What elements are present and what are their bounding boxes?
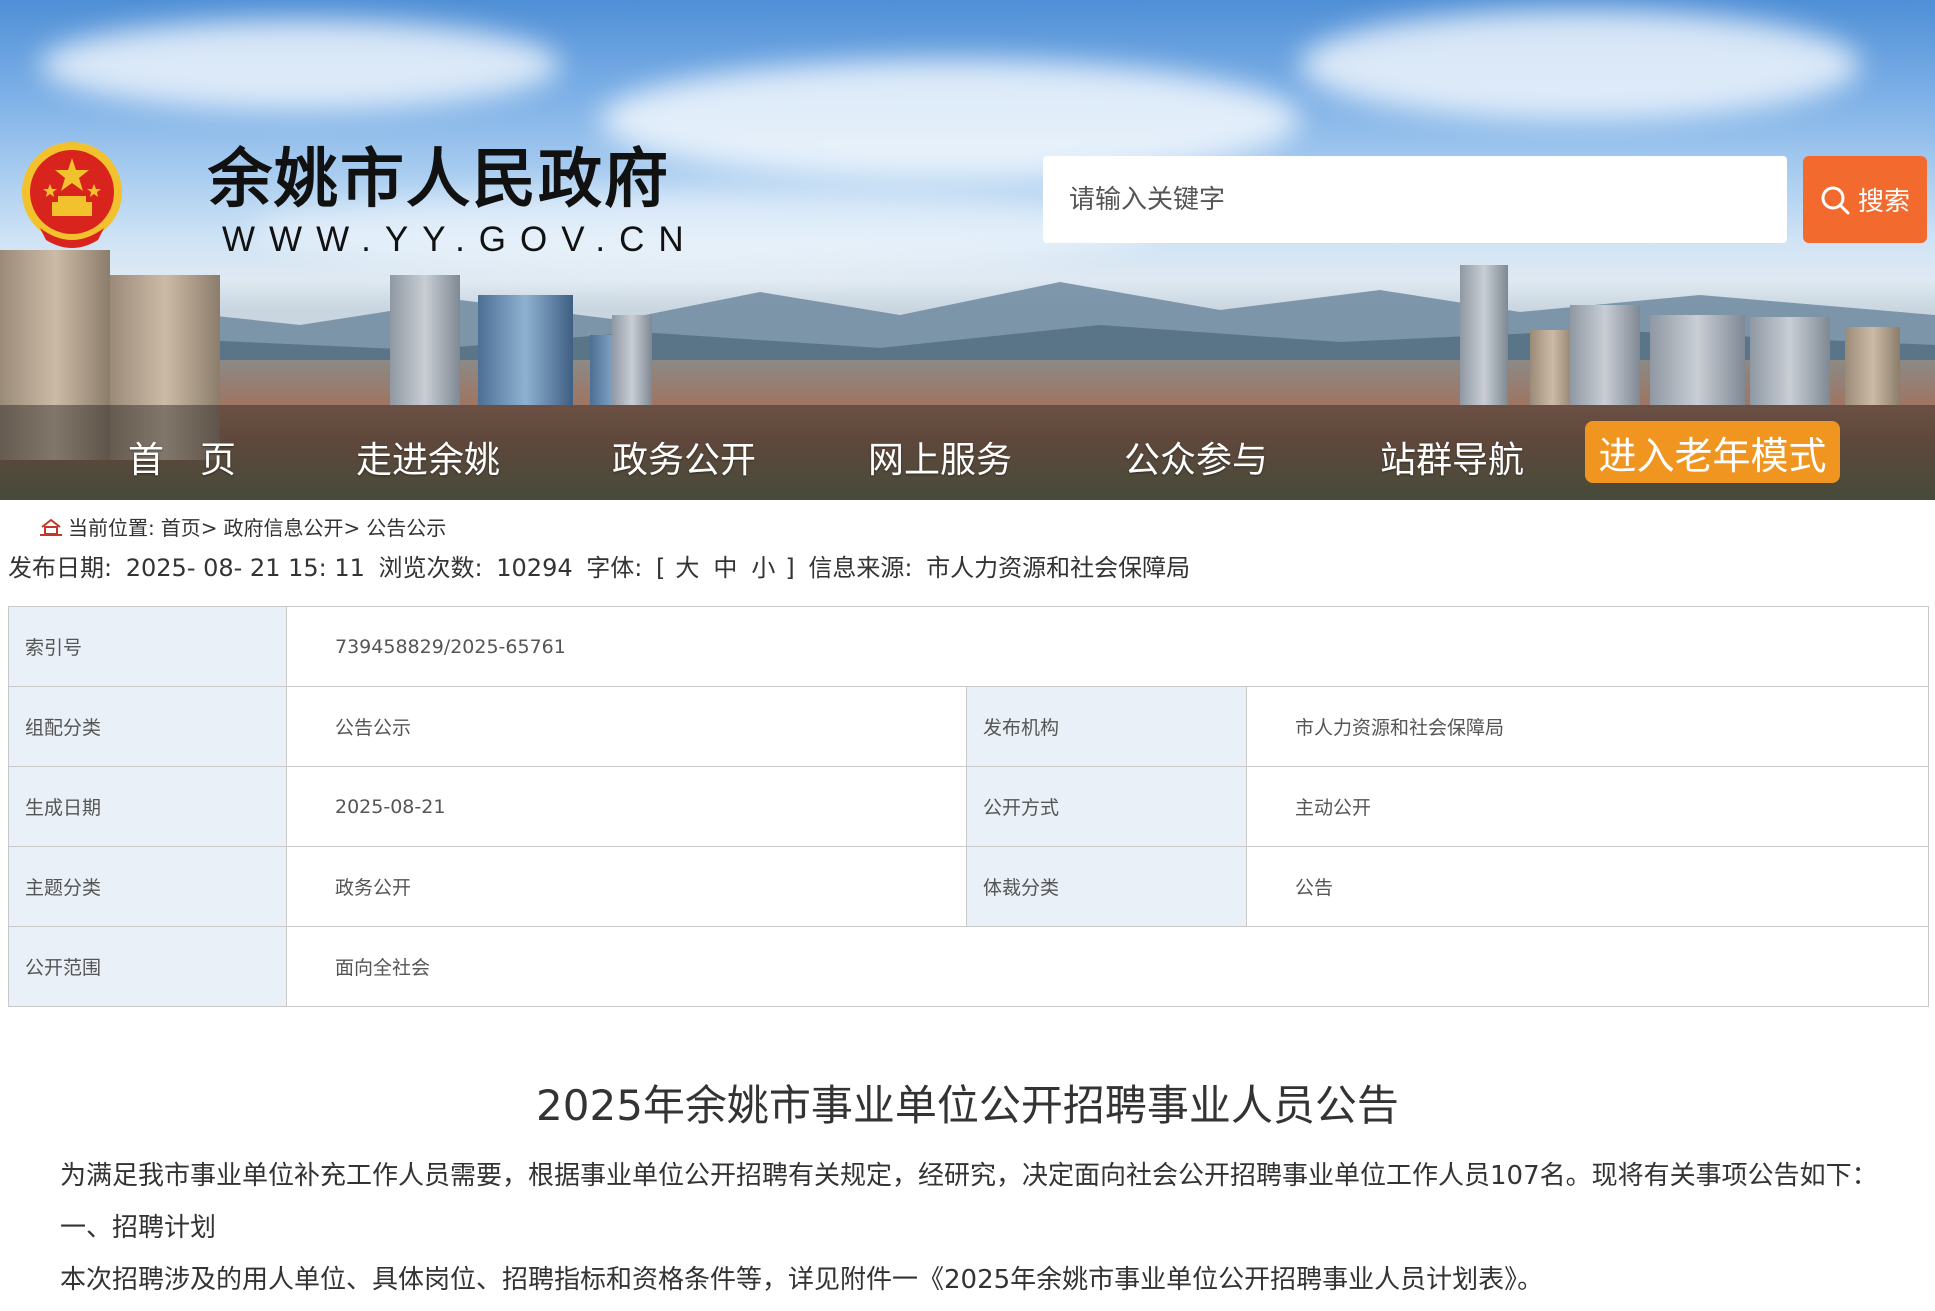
- font-size-large-button[interactable]: 大: [671, 554, 703, 582]
- nav-item-site-navigation[interactable]: 站群导航: [1380, 431, 1524, 483]
- nav-item-online-services[interactable]: 网上服务: [868, 431, 1012, 483]
- nav-item-about-yuyao[interactable]: 走进余姚: [356, 431, 500, 483]
- building: [1530, 330, 1575, 405]
- site-url: WWW.YY.GOV.CN: [222, 220, 698, 259]
- breadcrumb: 当前位置: 首页> 政府信息公开> 公告公示: [40, 512, 446, 541]
- font-size-bracket-close: ]: [785, 554, 795, 582]
- article-section-heading: 一、招聘计划: [60, 1213, 217, 1243]
- breadcrumb-link-gov-info[interactable]: 政府信息公开>: [224, 512, 361, 541]
- table-row: 主题分类 政务公开 体裁分类 公告: [8, 846, 1930, 927]
- publish-date: 2025- 08- 21 15: 11: [125, 554, 365, 582]
- nav-item-home[interactable]: 首 页: [128, 431, 236, 483]
- font-size-label: 字体:: [586, 554, 643, 582]
- index-value: 739458829/2025-65761: [285, 606, 1930, 687]
- genre-label: 体裁分类: [966, 846, 1247, 927]
- article-paragraph: 为满足我市事业单位补充工作人员需要，根据事业单位公开招聘有关规定，经研究，决定面…: [60, 1161, 1878, 1191]
- nav-item-government-affairs[interactable]: 政务公开: [612, 431, 756, 483]
- breadcrumb-link-home[interactable]: 首页>: [161, 512, 218, 541]
- category-label: 组配分类: [8, 686, 287, 767]
- topic-label: 主题分类: [8, 846, 287, 927]
- article-title: 2025年余姚市事业单位公开招聘事业人员公告: [536, 1081, 1399, 1130]
- mode-label: 公开方式: [966, 766, 1247, 847]
- org-value: 市人力资源和社会保障局: [1245, 686, 1930, 767]
- article-meta: 发布日期: 2025- 08- 21 15: 11 浏览次数: 10294 字体…: [8, 548, 1196, 583]
- search-box: [1043, 156, 1787, 243]
- breadcrumb-prefix: 当前位置:: [68, 516, 155, 540]
- publish-date-label: 发布日期:: [8, 554, 113, 582]
- home-icon: [40, 518, 62, 536]
- elder-mode-button[interactable]: 进入老年模式: [1585, 421, 1840, 483]
- table-row: 生成日期 2025-08-21 公开方式 主动公开: [8, 766, 1930, 847]
- search-icon: [1821, 186, 1850, 214]
- category-value: 公告公示: [286, 686, 967, 767]
- font-size-medium-button[interactable]: 中: [709, 554, 741, 582]
- info-table: 索引号 739458829/2025-65761 组配分类 公告公示 发布机构 …: [8, 606, 1930, 1007]
- date-value: 2025-08-21: [286, 766, 967, 847]
- building: [390, 275, 460, 405]
- views-label: 浏览次数:: [378, 554, 483, 582]
- table-row: 公开范围 面向全社会: [8, 926, 1930, 1007]
- scope-label: 公开范围: [8, 926, 287, 1007]
- article-paragraph: 本次招聘涉及的用人单位、具体岗位、招聘指标和资格条件等，详见附件一《2025年余…: [60, 1265, 1544, 1295]
- nav-item-public-participation[interactable]: 公众参与: [1124, 431, 1268, 483]
- building: [1845, 327, 1900, 405]
- building: [1750, 317, 1830, 405]
- search-button-label: 搜索: [1857, 187, 1910, 217]
- source-label: 信息来源:: [808, 554, 913, 582]
- views-count: 10294: [496, 554, 573, 582]
- date-label: 生成日期: [8, 766, 287, 847]
- building: [1460, 265, 1508, 405]
- breadcrumb-link-announcements[interactable]: 公告公示: [366, 512, 446, 541]
- source-value: 市人力资源和社会保障局: [926, 554, 1191, 582]
- font-size-bracket-open: [: [656, 554, 666, 582]
- building: [1650, 315, 1745, 405]
- topic-value: 政务公开: [286, 846, 967, 927]
- table-row: 组配分类 公告公示 发布机构 市人力资源和社会保障局: [8, 686, 1930, 767]
- site-title: 余姚市人民政府: [208, 143, 670, 217]
- building: [612, 315, 652, 405]
- national-emblem-icon: [22, 142, 122, 248]
- search-input[interactable]: [1043, 156, 1769, 243]
- search-button[interactable]: 搜索: [1803, 156, 1927, 243]
- building: [478, 295, 573, 405]
- building: [1570, 305, 1640, 405]
- index-label: 索引号: [8, 606, 287, 687]
- scope-value: 面向全社会: [285, 926, 1930, 1007]
- cloud: [40, 20, 560, 110]
- font-size-small-button[interactable]: 小: [747, 554, 779, 582]
- table-row: 索引号 739458829/2025-65761: [8, 606, 1930, 687]
- mode-value: 主动公开: [1245, 766, 1930, 847]
- org-label: 发布机构: [966, 686, 1247, 767]
- genre-value: 公告: [1245, 846, 1930, 927]
- cloud: [1300, 10, 1860, 120]
